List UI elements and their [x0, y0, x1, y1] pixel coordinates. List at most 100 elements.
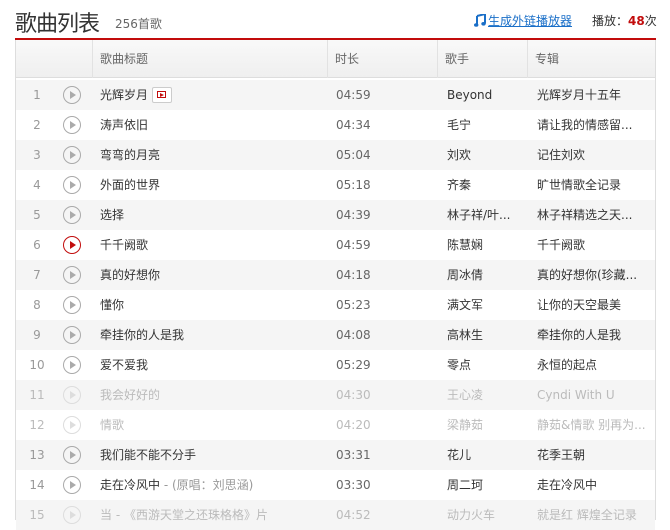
track-number: 1 — [33, 88, 41, 102]
table-row[interactable]: 4 外面的世界 05:18 齐秦 旷世情歌全记录 — [16, 170, 655, 200]
song-title[interactable]: 爱不爱我 — [100, 350, 148, 380]
song-title[interactable]: 涛声依旧 — [100, 110, 148, 140]
song-singer[interactable]: 动力火车 — [447, 500, 529, 530]
song-album[interactable]: 记住刘欢 — [537, 140, 649, 170]
song-title[interactable]: 当 - 《西游天堂之还珠格格》片 — [100, 500, 268, 530]
song-title-text: 当 - 《西游天堂之还珠格格》片 — [100, 508, 268, 522]
table-row[interactable]: 8 懂你 05:23 满文军 让你的天空最美 — [16, 290, 655, 320]
song-singer[interactable]: 高林生 — [447, 320, 529, 350]
song-duration: 04:34 — [336, 118, 371, 132]
table-row[interactable]: 15 当 - 《西游天堂之还珠格格》片 04:52 动力火车 就是红 辉煌全记录 — [16, 500, 655, 530]
table-row[interactable]: 11 我会好好的 04:30 王心凌 Cyndi With U — [16, 380, 655, 410]
song-album[interactable]: 林子祥精选之天... — [537, 200, 649, 230]
song-title[interactable]: 真的好想你 — [100, 260, 160, 290]
table-row[interactable]: 12 情歌 04:20 梁静茹 静茹&情歌 别再为... — [16, 410, 655, 440]
play-icon[interactable] — [63, 236, 81, 254]
mv-icon[interactable] — [152, 86, 173, 103]
play-icon[interactable] — [63, 146, 81, 164]
table-row[interactable]: 13 我们能不能不分手 03:31 花儿 花季王朝 — [16, 440, 655, 470]
song-title[interactable]: 我们能不能不分手 — [100, 440, 196, 470]
play-icon[interactable] — [63, 326, 81, 344]
play-icon[interactable] — [63, 506, 81, 524]
song-singer[interactable]: 林子祥/叶... — [447, 200, 529, 230]
table-header: 歌曲标题 时长 歌手 专辑 — [16, 40, 655, 78]
song-title[interactable]: 外面的世界 — [100, 170, 160, 200]
table-row[interactable]: 9 牵挂你的人是我 04:08 高林生 牵挂你的人是我 — [16, 320, 655, 350]
table-row[interactable]: 2 涛声依旧 04:34 毛宁 请让我的情感留... — [16, 110, 655, 140]
track-number: 15 — [29, 508, 45, 522]
generate-player-link[interactable]: 生成外链播放器 — [474, 12, 572, 29]
table-row[interactable]: 1 光辉岁月 04:59 Beyond 光辉岁月十五年 — [16, 80, 655, 110]
table-row[interactable]: 7 真的好想你 04:18 周冰倩 真的好想你(珍藏... — [16, 260, 655, 290]
song-album[interactable]: 千千阙歌 — [537, 230, 649, 260]
play-icon[interactable] — [63, 416, 81, 434]
play-icon[interactable] — [63, 176, 81, 194]
table-row[interactable]: 5 选择 04:39 林子祥/叶... 林子祥精选之天... — [16, 200, 655, 230]
play-icon[interactable] — [63, 476, 81, 494]
song-title[interactable]: 懂你 — [100, 290, 124, 320]
play-icon[interactable] — [63, 206, 81, 224]
song-album[interactable]: 真的好想你(珍藏... — [537, 260, 649, 290]
song-singer[interactable]: 周冰倩 — [447, 260, 529, 290]
song-album[interactable]: 牵挂你的人是我 — [537, 320, 649, 350]
song-album[interactable]: Cyndi With U — [537, 380, 649, 410]
song-title[interactable]: 千千阙歌 — [100, 230, 148, 260]
song-album[interactable]: 花季王朝 — [537, 440, 649, 470]
song-title-text: 外面的世界 — [100, 178, 161, 192]
song-title-text: 光辉岁月 — [100, 88, 149, 102]
song-album[interactable]: 让你的天空最美 — [537, 290, 649, 320]
play-count: 播放：48次 — [592, 12, 657, 29]
track-number: 14 — [29, 478, 45, 492]
song-title[interactable]: 光辉岁月 — [100, 80, 173, 110]
play-icon[interactable] — [63, 86, 81, 104]
song-singer[interactable]: 梁静茹 — [447, 410, 529, 440]
song-duration: 05:04 — [336, 148, 371, 162]
music-note-icon — [474, 14, 486, 27]
song-singer[interactable]: 刘欢 — [447, 140, 529, 170]
table-row[interactable]: 10 爱不爱我 05:29 零点 永恒的起点 — [16, 350, 655, 380]
song-album[interactable]: 就是红 辉煌全记录 — [537, 500, 649, 530]
song-duration: 04:30 — [336, 388, 371, 402]
song-album[interactable]: 请让我的情感留... — [537, 110, 649, 140]
song-singer[interactable]: 花儿 — [447, 440, 529, 470]
play-icon[interactable] — [63, 266, 81, 284]
song-title[interactable]: 走在冷风中 - (原唱：刘思涵) — [100, 470, 253, 500]
song-duration: 05:29 — [336, 358, 371, 372]
song-album[interactable]: 走在冷风中 — [537, 470, 649, 500]
song-duration: 04:18 — [336, 268, 371, 282]
table-row[interactable]: 3 弯弯的月亮 05:04 刘欢 记住刘欢 — [16, 140, 655, 170]
play-icon[interactable] — [63, 116, 81, 134]
song-title[interactable]: 我会好好的 — [100, 380, 160, 410]
play-icon[interactable] — [63, 386, 81, 404]
play-icon[interactable] — [63, 356, 81, 374]
song-duration: 03:30 — [336, 478, 371, 492]
song-singer[interactable]: 王心凌 — [447, 380, 529, 410]
song-album[interactable]: 旷世情歌全记录 — [537, 170, 649, 200]
song-title-text: 牵挂你的人是我 — [100, 328, 185, 342]
song-duration: 05:23 — [336, 298, 371, 312]
table-row[interactable]: 14 走在冷风中 - (原唱：刘思涵) 03:30 周二珂 走在冷风中 — [16, 470, 655, 500]
column-singer: 歌手 — [437, 40, 527, 78]
song-singer[interactable]: 零点 — [447, 350, 529, 380]
song-album[interactable]: 光辉岁月十五年 — [537, 80, 649, 110]
track-number: 5 — [33, 208, 41, 222]
song-singer[interactable]: 毛宁 — [447, 110, 529, 140]
song-table: 歌曲标题 时长 歌手 专辑 1 光辉岁月 04:59 Beyond 光辉岁月十五… — [15, 40, 656, 530]
song-title-text: 千千阙歌 — [100, 238, 149, 252]
track-number: 9 — [33, 328, 41, 342]
song-singer[interactable]: 陈慧娴 — [447, 230, 529, 260]
song-singer[interactable]: 齐秦 — [447, 170, 529, 200]
song-title[interactable]: 牵挂你的人是我 — [100, 320, 184, 350]
song-singer[interactable]: Beyond — [447, 80, 529, 110]
song-title[interactable]: 弯弯的月亮 — [100, 140, 160, 170]
song-singer[interactable]: 满文军 — [447, 290, 529, 320]
song-album[interactable]: 静茹&情歌 别再为... — [537, 410, 649, 440]
song-title[interactable]: 选择 — [100, 200, 124, 230]
song-title[interactable]: 情歌 — [100, 410, 124, 440]
track-number: 7 — [33, 268, 41, 282]
play-icon[interactable] — [63, 296, 81, 314]
table-row[interactable]: 6 千千阙歌 04:59 陈慧娴 千千阙歌 — [16, 230, 655, 260]
song-album[interactable]: 永恒的起点 — [537, 350, 649, 380]
song-singer[interactable]: 周二珂 — [447, 470, 529, 500]
play-icon[interactable] — [63, 446, 81, 464]
